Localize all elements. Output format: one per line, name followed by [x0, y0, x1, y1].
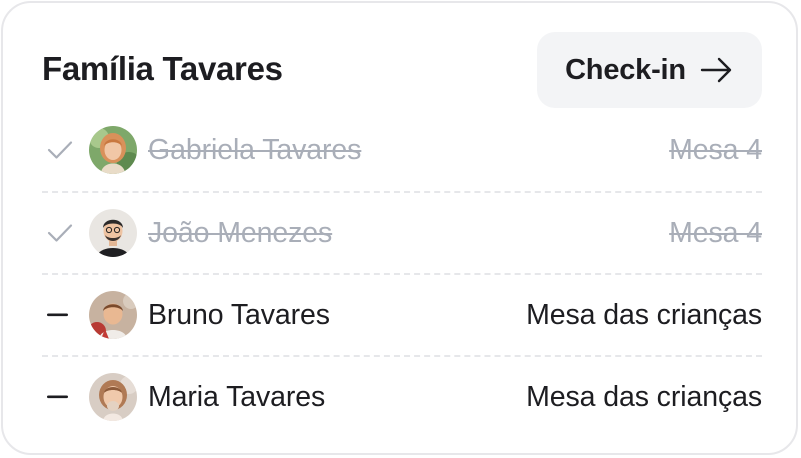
guest-name: Gabriela Tavares	[148, 133, 362, 166]
family-title: Família Tavares	[42, 50, 283, 87]
guest-table: Mesa 4	[669, 216, 762, 249]
check-icon[interactable]	[42, 218, 86, 248]
check-icon[interactable]	[42, 135, 86, 165]
dash-icon[interactable]	[42, 382, 86, 412]
checkin-button[interactable]: Check-in	[537, 32, 762, 108]
guest-name: Bruno Tavares	[148, 298, 330, 331]
guest-table: Mesa das crianças	[526, 298, 762, 331]
checkin-button-label: Check-in	[565, 53, 686, 86]
avatar	[89, 126, 137, 174]
avatar	[89, 209, 137, 257]
dash-icon[interactable]	[42, 300, 86, 330]
guest-name: João Menezes	[148, 216, 333, 249]
avatar	[89, 373, 137, 421]
guest-list: Gabriela Tavares Mesa 4 João Menezes Mes…	[42, 109, 762, 437]
guest-card: Família Tavares Check-in Gabriela Tavare…	[1, 1, 798, 455]
arrow-right-icon	[700, 56, 734, 84]
avatar	[89, 291, 137, 339]
card-header: Família Tavares Check-in	[3, 3, 796, 113]
guest-name: Maria Tavares	[148, 380, 326, 413]
guest-row[interactable]: João Menezes Mesa 4	[42, 191, 762, 273]
guest-row[interactable]: Gabriela Tavares Mesa 4	[42, 109, 762, 191]
guest-row[interactable]: Maria Tavares Mesa das crianças	[42, 355, 762, 437]
guest-table: Mesa 4	[669, 133, 762, 166]
guest-table: Mesa das crianças	[526, 380, 762, 413]
guest-row[interactable]: Bruno Tavares Mesa das crianças	[42, 273, 762, 355]
